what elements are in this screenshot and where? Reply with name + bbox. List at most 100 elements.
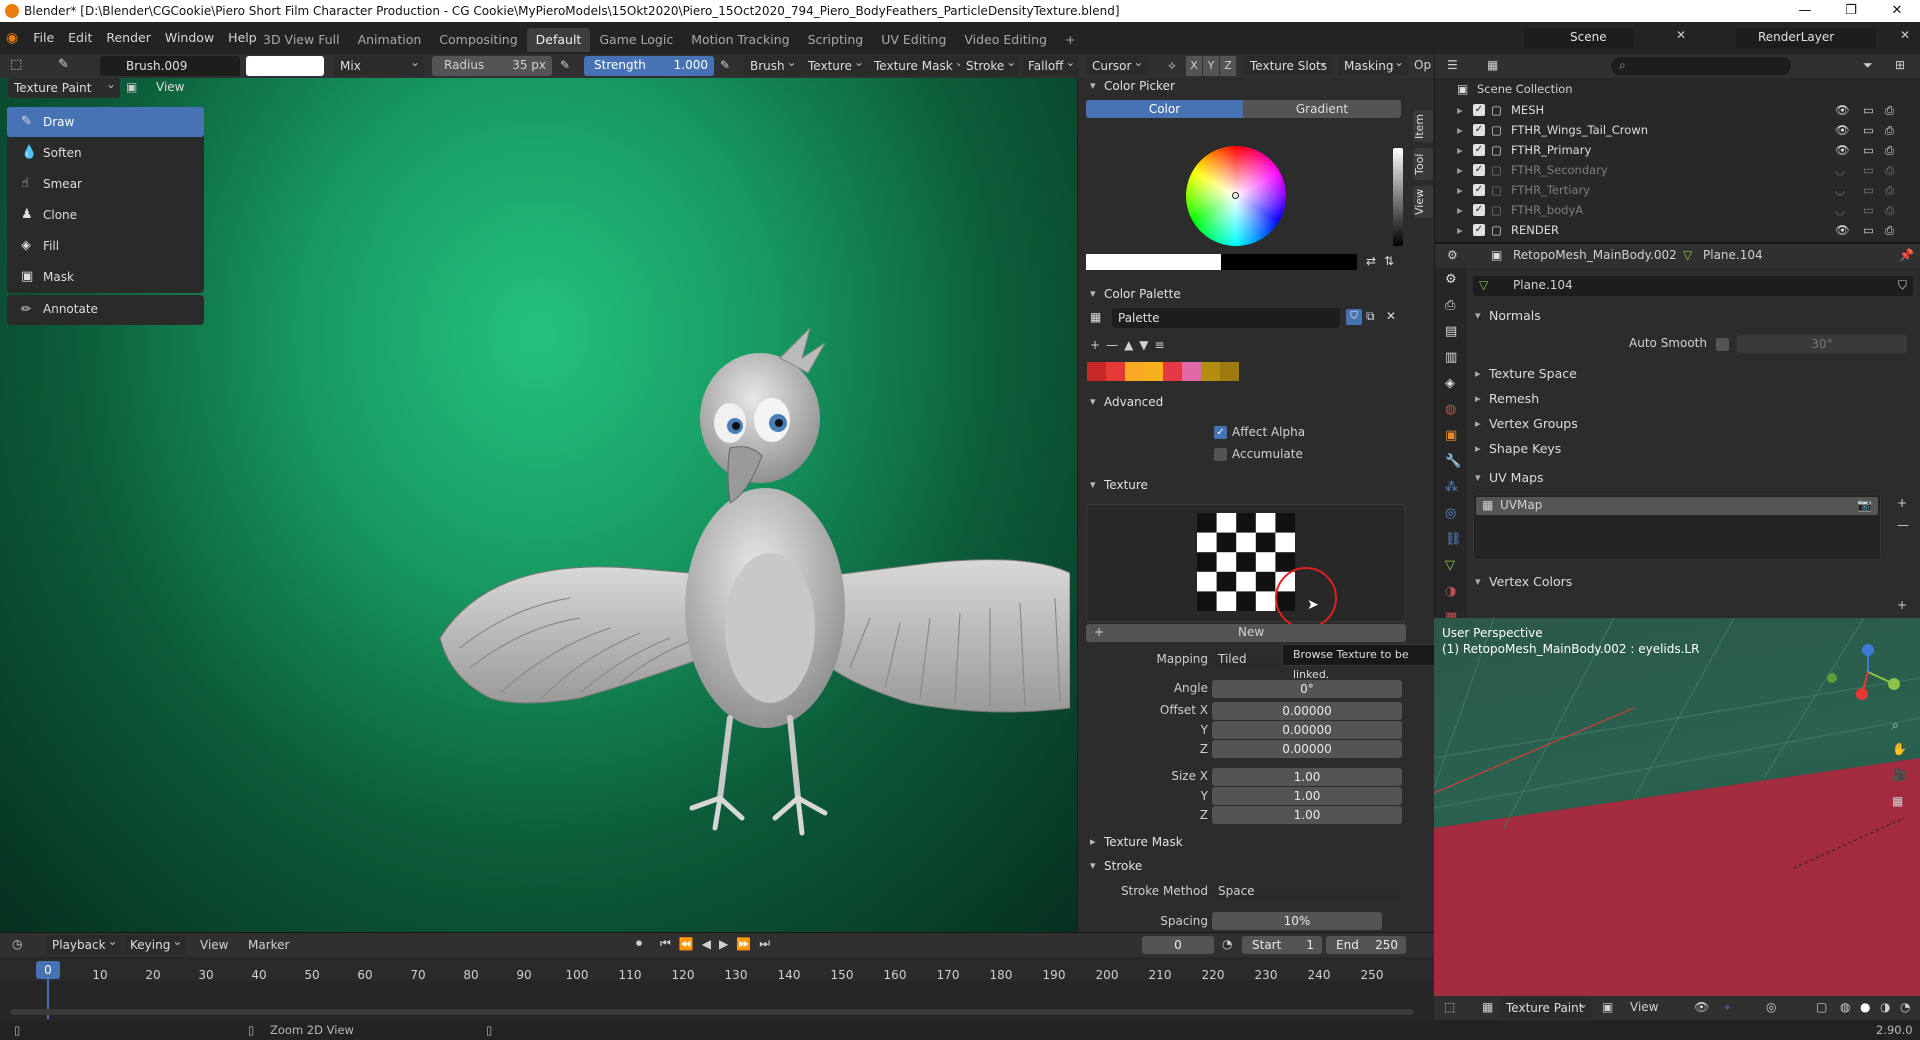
menu-edit[interactable]: Edit — [61, 22, 99, 54]
tool-draw[interactable]: ✎ Draw — [7, 107, 204, 137]
outliner-row[interactable]: ▸ ✓ ▢ RENDER 👁 ▭ ⎙ — [1435, 220, 1920, 240]
properties-editor-icon[interactable]: ⚙ — [1447, 248, 1458, 262]
symmetry-y-toggle[interactable]: Y — [1203, 56, 1219, 76]
timeline-scrollbar[interactable] — [10, 1009, 1414, 1015]
remove-uv-map-icon[interactable]: — — [1897, 518, 1909, 532]
vertex-colors-section[interactable]: Vertex Colors — [1473, 570, 1913, 594]
remesh-section[interactable]: Remesh — [1473, 387, 1913, 411]
secondary-color-swatch[interactable] — [1221, 254, 1357, 270]
brush-color-swatch[interactable] — [246, 56, 324, 76]
primary-color-swatch[interactable] — [1086, 254, 1221, 270]
viewport-disable-icon[interactable]: ▭ — [1863, 180, 1874, 200]
timeline-playback-menu[interactable]: Playback — [46, 931, 122, 955]
workspace-tab-3d-view-full[interactable]: 3D View Full — [254, 28, 349, 52]
uv-map-item[interactable]: ▦ UVMap 📷 — [1476, 497, 1878, 515]
filter-icon[interactable]: ⏷ — [1863, 58, 1873, 73]
timeline-keying-menu[interactable]: Keying — [124, 931, 187, 955]
maximize-button[interactable]: ❐ — [1828, 0, 1874, 22]
properties-scene-icon[interactable]: ◈ — [1445, 376, 1455, 391]
falloff-menu[interactable]: Falloff — [1022, 52, 1080, 76]
play-icon[interactable]: ▶ — [719, 937, 728, 951]
minimize-button[interactable]: — — [1782, 0, 1828, 22]
render-disable-icon[interactable]: ⎙ — [1885, 160, 1894, 180]
workspace-tab-video-editing[interactable]: Video Editing — [955, 28, 1056, 52]
menu-file[interactable]: File — [26, 22, 61, 54]
palette-swatch[interactable] — [1201, 362, 1220, 381]
browse-texture-icon[interactable]: + — [1094, 625, 1104, 639]
sort-colors-icon[interactable]: ≡ — [1155, 338, 1165, 352]
editor-type-icon[interactable]: ⬚ — [1444, 1000, 1455, 1014]
move-down-icon[interactable]: ▼ — [1139, 338, 1148, 352]
outliner-row[interactable]: ▸ ✓ ▢ MESH 👁 ▭ ⎙ — [1435, 100, 1920, 120]
fake-user-shield-icon[interactable]: ⛉ — [1898, 278, 1907, 293]
include-checkbox[interactable]: ✓ — [1473, 144, 1485, 156]
play-reverse-icon[interactable]: ◀ — [702, 937, 711, 951]
prev-keyframe-icon[interactable]: ⏪ — [679, 937, 694, 951]
include-checkbox[interactable]: ✓ — [1473, 224, 1485, 236]
gizmo-icon[interactable]: ⌖ — [1724, 1000, 1731, 1015]
stroke-menu[interactable]: Stroke — [960, 52, 1021, 76]
properties-tool-settings-icon[interactable]: ⚙ — [1445, 272, 1457, 287]
current-frame-field[interactable]: 0 — [1142, 936, 1214, 954]
texture-mask-header[interactable]: Texture Mask — [1084, 830, 1414, 854]
start-frame-field[interactable]: Start 1 — [1242, 936, 1322, 954]
workspace-tab-uv-editing[interactable]: UV Editing — [872, 28, 955, 52]
mode-dropdown[interactable]: Texture Paint — [8, 78, 120, 98]
eye-closed-icon[interactable]: ◡ — [1835, 160, 1845, 180]
tool-mask[interactable]: ▣ Mask — [7, 262, 204, 292]
tool-smear[interactable]: ☝ Smear — [7, 169, 204, 199]
outliner-row[interactable]: ▸ ✓ ▢ FTHR_Tertiary ◡ ▭ ⎙ — [1435, 180, 1920, 200]
uv-active-render-icon[interactable]: 📷 — [1857, 498, 1872, 512]
properties-physics-icon[interactable]: ◎ — [1445, 506, 1456, 521]
properties-particles-icon[interactable]: ⁂ — [1445, 480, 1458, 495]
secondary-mode-dropdown[interactable]: Texture Paint — [1500, 994, 1592, 1018]
palette-swatch[interactable] — [1220, 362, 1239, 381]
properties-render-icon[interactable]: ⎙ — [1445, 298, 1455, 313]
viewport-disable-icon[interactable]: ▭ — [1863, 140, 1874, 160]
texture-space-section[interactable]: Texture Space — [1473, 362, 1913, 386]
view-layer-selector[interactable]: RenderLayer — [1736, 28, 1876, 48]
display-mode-icon[interactable]: ▦ — [1487, 58, 1498, 72]
color-picker-header[interactable]: Color Picker — [1084, 78, 1414, 98]
view-menu[interactable]: View — [156, 80, 184, 94]
sidebar-tab-tool[interactable]: Tool — [1413, 148, 1433, 180]
menu-window[interactable]: Window — [158, 22, 221, 54]
symmetry-x-toggle[interactable]: X — [1186, 56, 1202, 76]
blend-mode-dropdown[interactable]: Mix — [334, 52, 424, 76]
timeline-marker-menu[interactable]: Marker — [242, 935, 295, 955]
include-checkbox[interactable]: ✓ — [1473, 124, 1485, 136]
scene-collection-label[interactable]: Scene Collection — [1477, 82, 1573, 96]
add-vertex-color-icon[interactable]: + — [1897, 598, 1907, 612]
expand-arrow-icon[interactable]: ▸ — [1457, 160, 1463, 180]
expand-arrow-icon[interactable]: ▸ — [1457, 180, 1463, 200]
playhead-label[interactable]: 0 — [36, 961, 60, 979]
workspace-tab-game-logic[interactable]: Game Logic — [590, 28, 682, 52]
color-tab[interactable]: Color — [1086, 100, 1243, 118]
move-up-icon[interactable]: ▲ — [1124, 338, 1133, 352]
preview-range-icon[interactable]: ◔ — [1222, 937, 1232, 951]
stroke-method-dropdown[interactable]: Space — [1212, 882, 1402, 900]
ortho-grid-icon[interactable]: ▦ — [1892, 794, 1903, 808]
strength-pressure-icon[interactable]: ✎ — [720, 58, 730, 72]
editor-type-icon[interactable]: ⬚ — [10, 57, 22, 72]
xray-icon[interactable]: ▢ — [1816, 1000, 1827, 1014]
mapping-dropdown[interactable]: Tiled — [1212, 650, 1282, 668]
palette-swatch[interactable] — [1087, 362, 1106, 381]
eye-icon[interactable]: 👁 — [1835, 140, 1850, 160]
add-workspace-button[interactable]: + — [1056, 28, 1084, 52]
eye-icon[interactable]: 👁 — [1835, 100, 1850, 120]
expand-arrow-icon[interactable]: ▸ — [1457, 200, 1463, 220]
texture-preview-box[interactable]: ➤ — [1086, 504, 1406, 629]
symmetry-z-toggle[interactable]: Z — [1220, 56, 1236, 76]
options-overflow[interactable]: Op — [1414, 58, 1431, 72]
rendered-shading-icon[interactable]: ◔ — [1900, 1000, 1910, 1014]
auto-smooth-checkbox[interactable] — [1716, 338, 1729, 351]
expand-arrow-icon[interactable]: ▸ — [1457, 100, 1463, 120]
value-slider[interactable] — [1393, 148, 1403, 246]
next-keyframe-icon[interactable]: ⏩ — [736, 937, 751, 951]
end-frame-field[interactable]: End 250 — [1326, 936, 1406, 954]
secondary-view-menu[interactable]: View — [1630, 1000, 1658, 1014]
offset-y-field[interactable]: 0.00000 — [1212, 721, 1402, 739]
texture-menu[interactable]: Texture — [802, 52, 868, 76]
material-shading-icon[interactable]: ◑ — [1880, 1000, 1890, 1014]
